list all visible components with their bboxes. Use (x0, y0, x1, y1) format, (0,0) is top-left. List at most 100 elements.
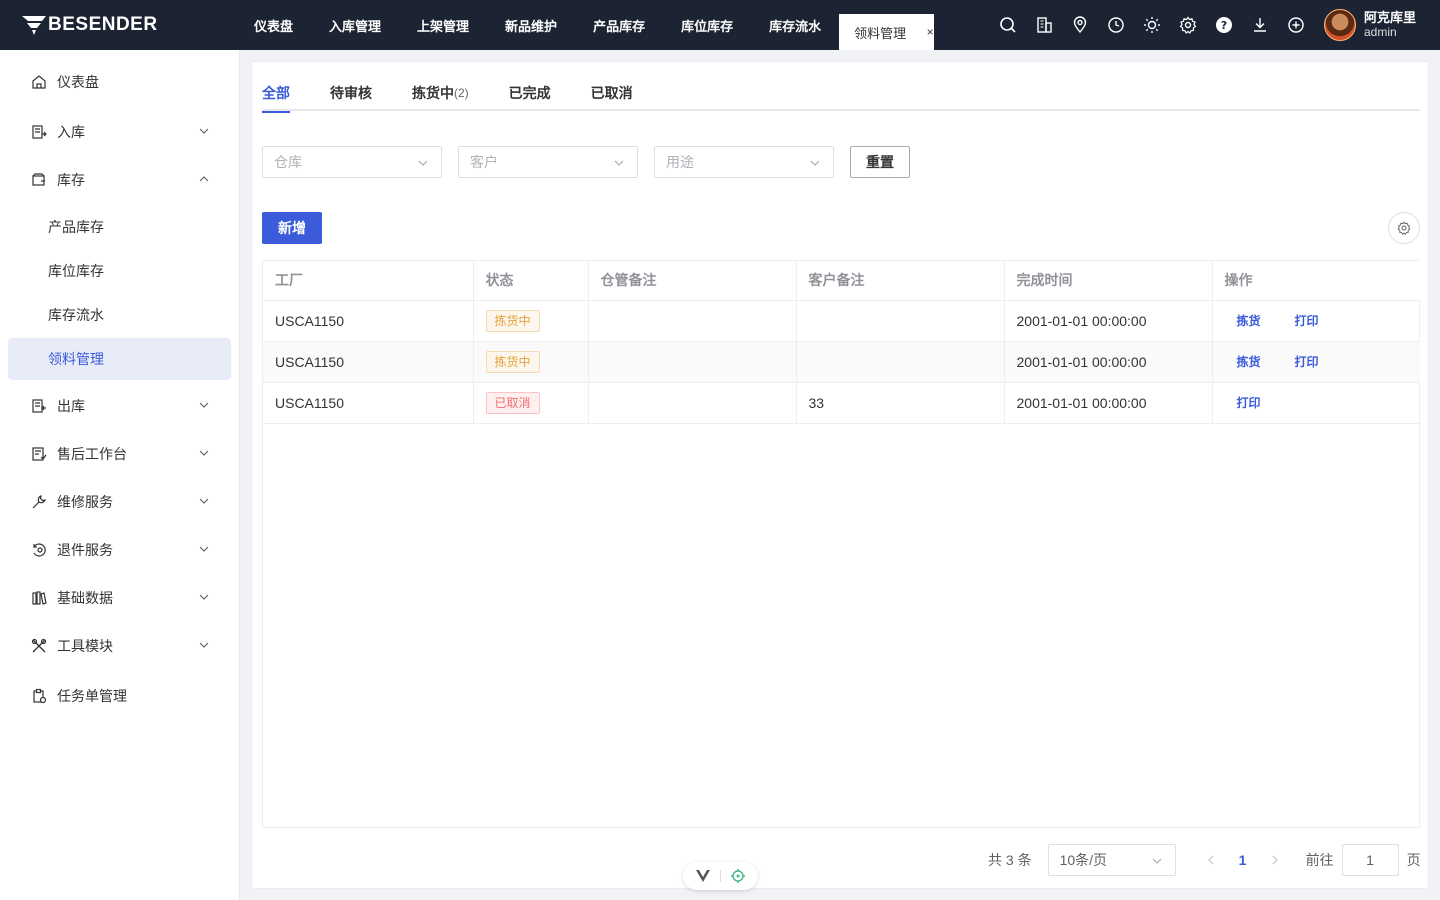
user-info: 阿克库里 admin (1364, 10, 1417, 40)
add-button[interactable]: 新增 (262, 212, 322, 244)
sidebar-item-label: 退件服务 (57, 542, 113, 558)
page-size-value: 10条/页 (1059, 852, 1108, 868)
topnav-tab-material-requisition[interactable]: 领料管理 × (839, 14, 936, 50)
status-badge: 拣货中 (485, 309, 540, 332)
logo[interactable]: BESENDER (22, 12, 158, 38)
sidebar-item-returns[interactable]: 退件服务 (8, 529, 231, 571)
tab-picking[interactable]: 拣货中 (2) (412, 74, 469, 111)
location-icon[interactable] (1062, 0, 1098, 50)
close-icon[interactable]: × (924, 25, 936, 39)
warehouse-select[interactable]: 仓库 (262, 146, 442, 178)
vue-logo-icon[interactable] (696, 870, 710, 882)
sidebar-item-dashboard[interactable]: 仪表盘 (8, 61, 231, 103)
home-icon (30, 73, 48, 91)
sidebar-item-label: 入库 (57, 124, 85, 140)
topnav-item-stock-flow[interactable]: 库存流水 (751, 0, 839, 50)
topnav-item-new-product[interactable]: 新品维护 (487, 0, 575, 50)
chevron-down-icon (199, 642, 209, 648)
sun-icon[interactable] (1134, 0, 1170, 50)
topnav-item-shelving[interactable]: 上架管理 (399, 0, 487, 50)
sidebar-item-base-data[interactable]: 基础数据 (8, 577, 231, 619)
clock-icon[interactable] (1098, 0, 1134, 50)
cell-customer-note: 33 (796, 382, 1005, 424)
sidebar-subitem-stock-flow[interactable]: 库存流水 (8, 294, 231, 336)
column-header-warehouse-note: 仓管备注 (588, 261, 797, 301)
building-icon[interactable] (1026, 0, 1062, 50)
tab-cancelled[interactable]: 已取消 (591, 74, 633, 111)
sidebar-subitem-product-stock[interactable]: 产品库存 (8, 206, 231, 248)
table-settings-button[interactable] (1388, 212, 1420, 244)
top-icon-bar: ? (990, 0, 1314, 50)
cell-finish-time: 2001-01-01 00:00:00 (1004, 382, 1213, 424)
return-icon (30, 541, 48, 559)
search-icon[interactable] (990, 0, 1026, 50)
page-suffix: 页 (1406, 852, 1421, 868)
user-name: 阿克库里 (1364, 10, 1417, 25)
page-number-current[interactable]: 1 (1222, 852, 1264, 868)
sidebar-item-label: 基础数据 (57, 590, 113, 606)
status-badge: 已取消 (485, 391, 540, 414)
cell-factory: USCA1150 (263, 341, 474, 383)
sidebar-item-label: 售后工作台 (57, 446, 127, 462)
next-page-button[interactable] (1264, 852, 1286, 868)
sidebar-item-label: 维修服务 (57, 494, 113, 510)
warehouse-placeholder: 仓库 (274, 154, 302, 170)
print-link[interactable]: 打印 (1295, 355, 1319, 369)
customer-select[interactable]: 客户 (458, 146, 638, 178)
column-header-actions: 操作 (1212, 261, 1420, 301)
sidebar-item-label: 工具模块 (57, 638, 113, 654)
prev-page-button[interactable] (1200, 852, 1222, 868)
print-link[interactable]: 打印 (1237, 396, 1261, 410)
user-menu[interactable]: 阿克库里 admin (1324, 9, 1416, 41)
sidebar-item-tools[interactable]: 工具模块 (8, 625, 231, 667)
print-link[interactable]: 打印 (1295, 314, 1319, 328)
pagination: 共 3 条 10条/页 1 前往 页 (988, 844, 1421, 876)
chevron-up-icon (199, 176, 209, 182)
tools-icon (30, 637, 48, 655)
sidebar-item-aftersales[interactable]: 售后工作台 (8, 433, 231, 475)
page-size-select[interactable]: 10条/页 (1047, 844, 1176, 876)
outbound-icon (30, 397, 48, 415)
add-circle-icon[interactable] (1278, 0, 1314, 50)
help-icon[interactable]: ? (1206, 0, 1242, 50)
download-icon[interactable] (1242, 0, 1278, 50)
table-row: USCA1150 拣货中 2001-01-01 00:00:00 拣货 打印 (263, 341, 1420, 383)
column-header-customer-note: 客户备注 (796, 261, 1005, 301)
sidebar-subitem-material-requisition[interactable]: 领料管理 (8, 338, 231, 380)
purpose-select[interactable]: 用途 (654, 146, 834, 178)
main-panel: 全部 待审核 拣货中 (2) 已完成 已取消 仓库 客户 用途 重置 新增 工厂… (251, 61, 1429, 889)
sidebar-item-label: 库存 (57, 172, 85, 188)
goto-label: 前往 (1305, 852, 1334, 868)
sidebar-item-inbound[interactable]: 入库 (8, 111, 231, 153)
target-icon[interactable] (731, 869, 745, 883)
chevron-down-icon (199, 128, 209, 134)
tab-label: 拣货中 (412, 84, 454, 101)
goto-page-input[interactable] (1341, 844, 1399, 876)
topnav-item-product-stock[interactable]: 产品库存 (575, 0, 663, 50)
inbound-icon (30, 123, 48, 141)
tab-completed[interactable]: 已完成 (509, 74, 551, 111)
tab-pending-review[interactable]: 待审核 (330, 74, 372, 111)
sidebar-item-inventory[interactable]: 库存 (8, 159, 231, 201)
topnav-item-location-stock[interactable]: 库位库存 (663, 0, 751, 50)
tab-all[interactable]: 全部 (262, 74, 290, 113)
cell-finish-time: 2001-01-01 00:00:00 (1004, 341, 1213, 383)
top-bar: BESENDER 仪表盘 入库管理 上架管理 新品维护 产品库存 库位库存 库存… (0, 0, 1440, 50)
top-nav: 仪表盘 入库管理 上架管理 新品维护 产品库存 库位库存 库存流水 领料管理 × (236, 0, 936, 50)
avatar[interactable] (1324, 9, 1356, 41)
filter-bar: 仓库 客户 用途 重置 (262, 146, 910, 178)
topnav-item-dashboard[interactable]: 仪表盘 (236, 0, 311, 50)
chevron-down-icon (199, 498, 209, 504)
devtools-widget[interactable] (683, 862, 758, 890)
sidebar-subitem-location-stock[interactable]: 库位库存 (8, 250, 231, 292)
reset-button[interactable]: 重置 (850, 146, 910, 178)
topnav-item-inbound[interactable]: 入库管理 (311, 0, 399, 50)
sidebar-item-tasks[interactable]: 任务单管理 (8, 675, 231, 717)
sidebar-item-repair[interactable]: 维修服务 (8, 481, 231, 523)
sidebar-item-label: 出库 (57, 398, 85, 414)
sidebar-item-outbound[interactable]: 出库 (8, 385, 231, 427)
chevron-down-icon (199, 546, 209, 552)
pick-link[interactable]: 拣货 (1237, 314, 1261, 328)
pick-link[interactable]: 拣货 (1237, 355, 1261, 369)
gear-icon[interactable] (1170, 0, 1206, 50)
